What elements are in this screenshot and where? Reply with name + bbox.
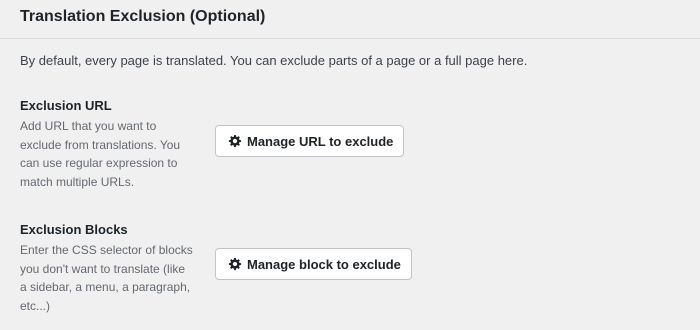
gear-icon — [226, 256, 242, 272]
section-intro: By default, every page is translated. Yo… — [20, 53, 528, 68]
manage-url-exclude-label: Manage URL to exclude — [247, 133, 394, 149]
manage-url-exclude-button[interactable]: Manage URL to exclude — [215, 125, 405, 157]
translation-exclusion-panel: Translation Exclusion (Optional) By defa… — [0, 0, 700, 330]
manage-block-exclude-button[interactable]: Manage block to exclude — [215, 248, 412, 280]
exclusion-blocks-label: Exclusion Blocks — [20, 222, 128, 237]
section-divider — [0, 38, 700, 39]
exclusion-url-row: Exclusion URL Add URL that you want to e… — [20, 97, 680, 191]
exclusion-url-label: Exclusion URL — [20, 98, 112, 113]
section-title: Translation Exclusion (Optional) — [20, 8, 266, 25]
exclusion-blocks-description: Enter the CSS selector of blocks you don… — [20, 243, 193, 313]
exclusion-blocks-row: Exclusion Blocks Enter the CSS selector … — [20, 221, 680, 315]
manage-block-exclude-label: Manage block to exclude — [247, 256, 401, 272]
gear-icon — [226, 133, 242, 149]
exclusion-url-description: Add URL that you want to exclude from tr… — [20, 119, 181, 189]
